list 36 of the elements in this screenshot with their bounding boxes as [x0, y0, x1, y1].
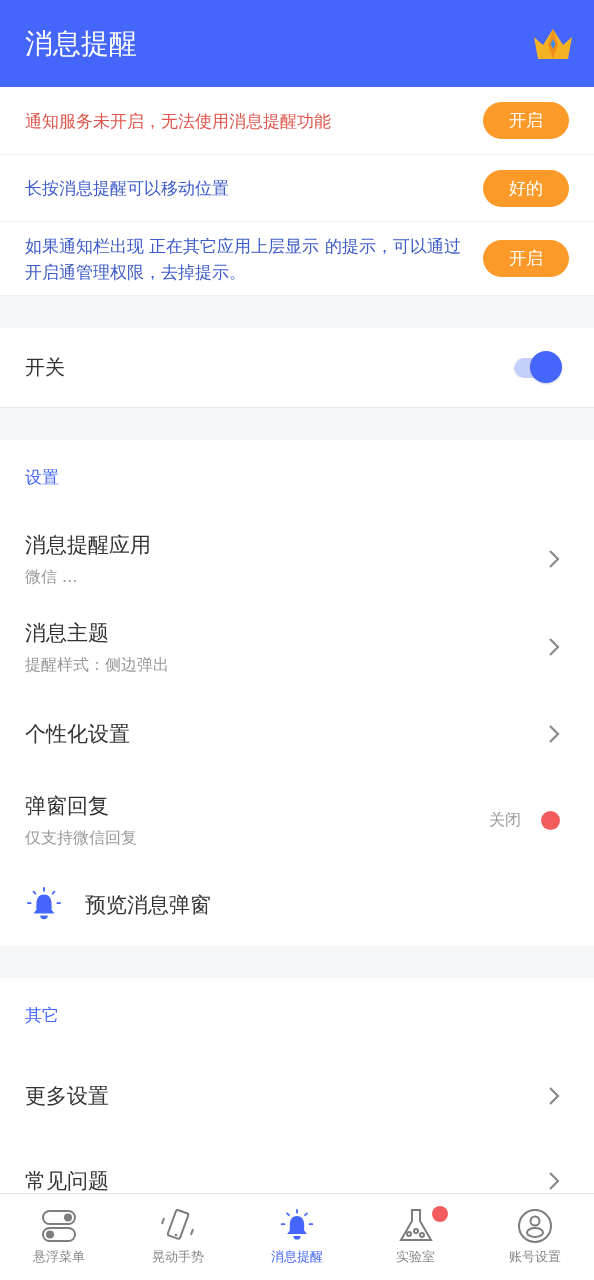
chevron-icon: [548, 1085, 560, 1106]
flask-icon: [397, 1208, 434, 1244]
nav-tab[interactable]: 晃动手势: [118, 1194, 238, 1280]
nav-label: 消息提醒: [271, 1248, 323, 1266]
nav-tab[interactable]: 实验室: [356, 1194, 476, 1280]
chevron-icon: [548, 549, 560, 569]
nav-label: 实验室: [396, 1248, 436, 1266]
setting-title[interactable]: 消息提醒应用: [25, 530, 548, 559]
nav-tab[interactable]: 悬浮菜单: [0, 1194, 119, 1280]
notice-text: 通知服务未开启，无法使用消息提醒功能: [25, 109, 331, 133]
setting-title[interactable]: 弹窗回复: [25, 791, 489, 820]
setting-title[interactable]: 常见问题: [25, 1166, 548, 1193]
nav-tab[interactable]: 消息提醒: [237, 1194, 357, 1280]
setting-subtitle: 微信 ...: [25, 566, 79, 588]
setting-subtitle: 仅支持微信回复: [25, 827, 138, 849]
user-icon: [516, 1208, 553, 1244]
setting-title[interactable]: 个性化设置: [25, 719, 548, 748]
switch-label: 开关: [25, 354, 65, 381]
chevron-icon: [548, 637, 560, 657]
setting-title[interactable]: 更多设置: [25, 1081, 548, 1110]
notice-text: 如果通知栏出现 正在其它应用上层显示 的提示，可以通过开启通管理权限，去掉提示。: [25, 234, 462, 284]
nav-label: 晃动手势: [152, 1248, 205, 1266]
nav-label: 悬浮菜单: [33, 1248, 86, 1266]
preview-popup-link[interactable]: 预览消息弹窗: [85, 891, 211, 919]
chevron-icon: [548, 1170, 560, 1191]
setting-title[interactable]: 消息主题: [25, 618, 548, 647]
setting-subtitle: 提醒样式：侧边弹出: [25, 654, 170, 676]
nav-label: 账号设置: [508, 1248, 561, 1266]
section-heading: 其它: [24, 1004, 60, 1027]
toggles-icon: [41, 1208, 78, 1244]
page-title: 消息提醒: [25, 25, 137, 62]
nav-tab[interactable]: 账号设置: [475, 1194, 594, 1280]
status-text: 关闭: [489, 809, 521, 831]
section-heading: 设置: [24, 466, 60, 489]
chevron-icon: [548, 723, 560, 744]
notice-text: 长按消息提醒可以移动位置: [25, 177, 229, 200]
